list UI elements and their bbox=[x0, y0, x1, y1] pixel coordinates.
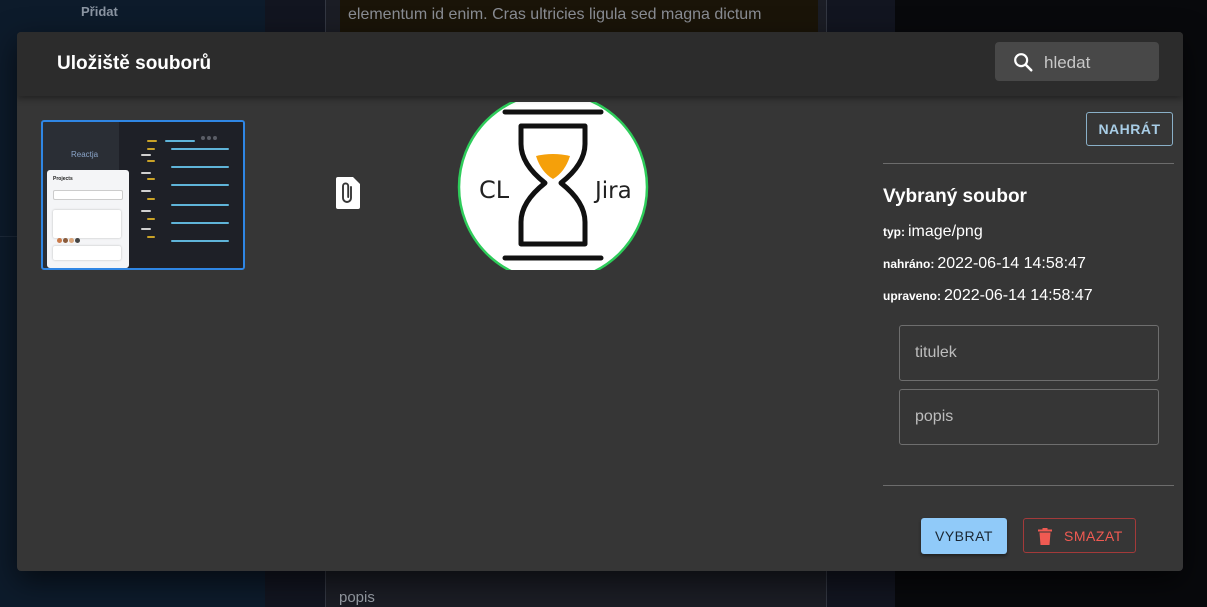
uploaded-label: nahráno: bbox=[883, 257, 935, 271]
select-button[interactable]: VYBRAT bbox=[921, 518, 1007, 554]
paperclip-icon[interactable] bbox=[329, 175, 365, 211]
panel-divider-top bbox=[883, 163, 1174, 164]
search-input[interactable] bbox=[1042, 48, 1156, 77]
logo-text-right: Jira bbox=[593, 178, 632, 204]
modified-row: upraveno: 2022-06-14 14:58:47 bbox=[883, 287, 1093, 305]
thumbnail-card-button bbox=[53, 246, 121, 260]
background-field-label: popis bbox=[339, 589, 375, 606]
dialog-header: Uložiště souborů bbox=[17, 32, 1183, 96]
file-item-image-preview[interactable]: CL Jira bbox=[457, 102, 649, 270]
file-type-label: typ: bbox=[883, 225, 905, 239]
thumbnail-card-title: Projects bbox=[53, 176, 73, 182]
thumbnail-card-search bbox=[53, 190, 123, 200]
thumbnail-projects-card: Projects bbox=[47, 170, 129, 268]
search-icon bbox=[1014, 53, 1033, 72]
uploaded-row: nahráno: 2022-06-14 14:58:47 bbox=[883, 255, 1086, 273]
selected-file-heading: Vybraný soubor bbox=[883, 186, 1027, 207]
background-editor-text: elementum id enim. Cras ultricies ligula… bbox=[348, 6, 762, 23]
file-type-row: typ: image/png bbox=[883, 223, 983, 241]
logo-text-left: CL bbox=[479, 176, 510, 204]
delete-button-label: SMAZAT bbox=[1064, 528, 1123, 544]
trash-icon bbox=[1038, 528, 1052, 545]
search-box[interactable] bbox=[995, 42, 1159, 81]
delete-button[interactable]: SMAZAT bbox=[1023, 518, 1136, 553]
description-field[interactable] bbox=[899, 389, 1159, 445]
title-input[interactable] bbox=[913, 340, 1147, 366]
upload-button[interactable]: NAHRÁT bbox=[1086, 112, 1173, 146]
modified-value: 2022-06-14 14:58:47 bbox=[944, 287, 1093, 304]
file-storage-dialog: Uložiště souborů hledat Reactja Projects… bbox=[17, 32, 1183, 571]
thumbnail-code-pane bbox=[119, 122, 243, 268]
logo-image: CL Jira bbox=[457, 102, 649, 270]
title-field[interactable] bbox=[899, 325, 1159, 381]
modified-label: upraveno: bbox=[883, 289, 942, 303]
panel-divider-bottom bbox=[883, 485, 1174, 486]
background-nav-label: Přidat bbox=[81, 4, 118, 19]
file-item-thumbnail[interactable]: Reactja Projects bbox=[41, 120, 245, 270]
description-input[interactable] bbox=[913, 404, 1147, 430]
file-type-value: image/png bbox=[908, 223, 983, 240]
thumbnail-window-dots bbox=[201, 127, 219, 145]
uploaded-value: 2022-06-14 14:58:47 bbox=[937, 255, 1086, 272]
thumbnail-logo: Reactja bbox=[71, 150, 99, 159]
dialog-title: Uložiště souborů bbox=[57, 53, 212, 74]
